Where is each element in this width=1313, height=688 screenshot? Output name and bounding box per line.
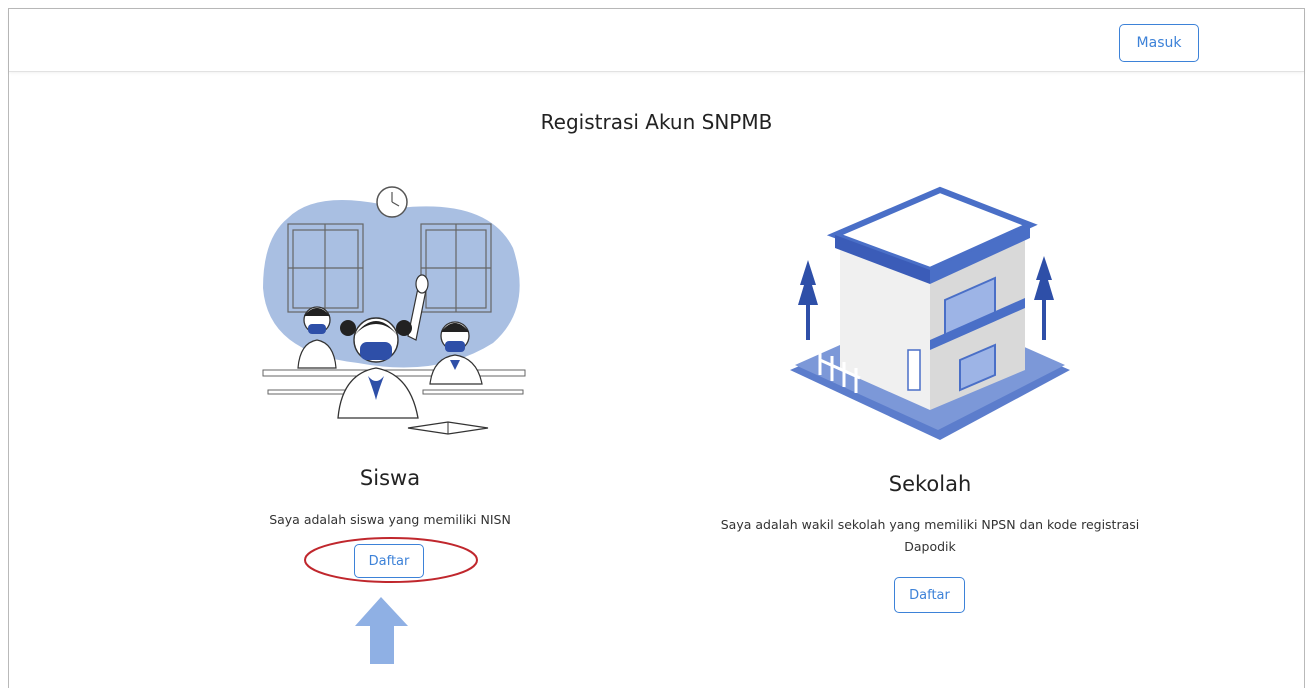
sekolah-card-title: Sekolah xyxy=(888,472,972,496)
siswa-register-button[interactable]: Daftar xyxy=(354,544,424,578)
siswa-card-description: Saya adalah siswa yang memiliki NISN xyxy=(269,512,511,527)
school-building-illustration xyxy=(790,186,1070,440)
page-title: Registrasi Akun SNPMB xyxy=(540,110,773,134)
sekolah-register-button[interactable]: Daftar xyxy=(894,577,965,613)
top-navbar xyxy=(9,9,1304,72)
siswa-card-title: Siswa xyxy=(359,466,421,490)
students-classroom-illustration xyxy=(262,186,526,435)
sekolah-card-description: Saya adalah wakil sekolah yang memiliki … xyxy=(720,517,1140,554)
login-button[interactable]: Masuk xyxy=(1119,24,1199,62)
